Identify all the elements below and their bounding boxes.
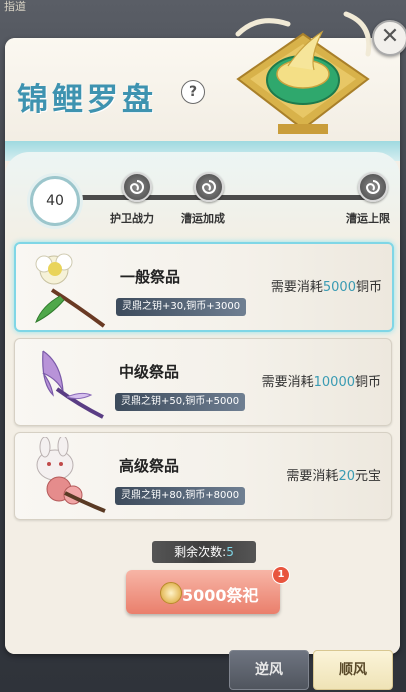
remaining-label: 剩余次数: bbox=[174, 545, 227, 559]
offering-cost: 需要消耗10000铜币 bbox=[262, 371, 381, 390]
offering-name: 中级祭品 bbox=[119, 363, 180, 381]
cost-unit: 铜币 bbox=[354, 375, 381, 390]
milestone-2-label: 漕运加成 bbox=[181, 212, 225, 225]
level-badge: 40 bbox=[30, 176, 80, 226]
panel-title: 锦鲤罗盘 bbox=[17, 82, 157, 118]
milestone-3-swirl-icon[interactable] bbox=[358, 172, 388, 202]
cost-unit: 铜币 bbox=[355, 280, 382, 295]
flower-offering-icon bbox=[35, 253, 106, 328]
tab-tailwind[interactable]: 顺风 bbox=[313, 650, 393, 690]
cost-prefix: 需要消耗 bbox=[286, 469, 339, 484]
koi-compass-art bbox=[235, 11, 372, 134]
remaining-count: 剩余次数:5 bbox=[152, 541, 256, 563]
notification-badge: 1 bbox=[272, 566, 290, 584]
pray-button-label: 5000祭祀 bbox=[182, 586, 259, 605]
feather-offering-icon bbox=[42, 350, 104, 419]
cost-unit: 元宝 bbox=[354, 469, 381, 484]
close-button[interactable]: ✕ bbox=[372, 20, 406, 56]
offering-reward-tag: 灵鼎之钥+80,铜币+8000 bbox=[115, 487, 246, 505]
progress-track bbox=[80, 195, 372, 200]
pray-button[interactable]: 5000祭祀 bbox=[126, 570, 280, 614]
cost-amount: 10000 bbox=[313, 375, 355, 390]
copper-coin-icon bbox=[160, 582, 182, 604]
offering-cost: 需要消耗5000铜币 bbox=[271, 276, 382, 295]
offering-reward-tag: 灵鼎之钥+30,铜币+3000 bbox=[116, 298, 247, 316]
tab-headwind[interactable]: 逆风 bbox=[229, 650, 309, 690]
milestone-3-label: 漕运上限 bbox=[346, 212, 390, 225]
cost-amount: 20 bbox=[338, 469, 355, 484]
offering-card-advanced[interactable]: 高级祭品 灵鼎之钥+80,铜币+8000 需要消耗20元宝 bbox=[14, 432, 392, 520]
cost-prefix: 需要消耗 bbox=[261, 375, 314, 390]
offering-name: 高级祭品 bbox=[119, 457, 180, 475]
remaining-value: 5 bbox=[226, 545, 234, 559]
offering-card-intermediate[interactable]: 中级祭品 灵鼎之钥+50,铜币+5000 需要消耗10000铜币 bbox=[14, 338, 392, 426]
help-button[interactable]: ? bbox=[181, 80, 205, 104]
offering-cost: 需要消耗20元宝 bbox=[286, 465, 381, 484]
offering-name: 一般祭品 bbox=[120, 268, 181, 286]
rabbit-offering-icon bbox=[36, 437, 106, 513]
milestone-1-label: 护卫战力 bbox=[110, 212, 154, 225]
offering-card-basic[interactable]: 一般祭品 灵鼎之钥+30,铜币+3000 需要消耗5000铜币 bbox=[14, 242, 394, 332]
milestone-1-swirl-icon[interactable] bbox=[122, 172, 152, 202]
cost-prefix: 需要消耗 bbox=[270, 280, 323, 295]
milestone-2-swirl-icon[interactable] bbox=[194, 172, 224, 202]
background-corner-text: 指道 bbox=[4, 0, 26, 13]
offering-reward-tag: 灵鼎之钥+50,铜币+5000 bbox=[115, 393, 246, 411]
cost-amount: 5000 bbox=[322, 280, 356, 295]
